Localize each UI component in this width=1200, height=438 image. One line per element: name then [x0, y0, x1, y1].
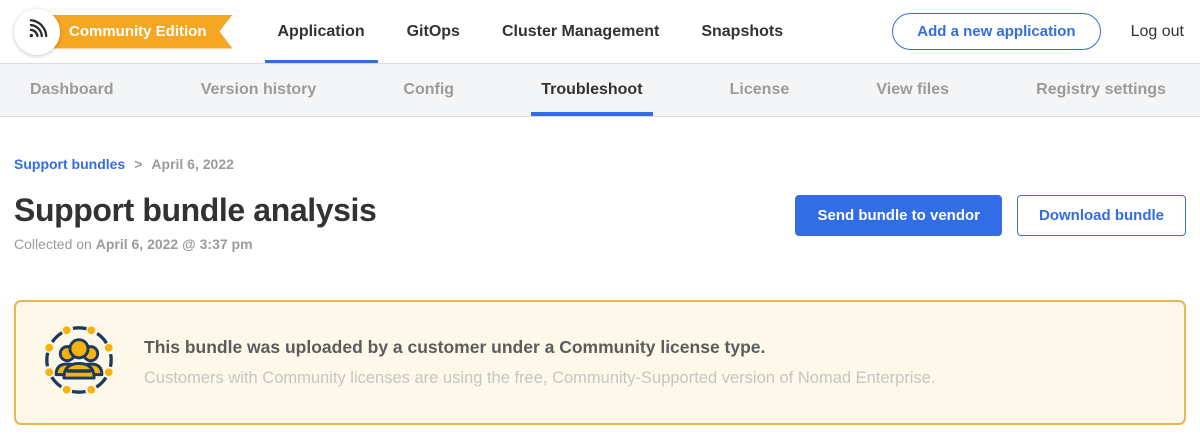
sub-nav-tab[interactable]: Troubleshoot — [541, 64, 642, 116]
top-nav-tab[interactable]: Snapshots — [680, 0, 804, 63]
sub-nav-tab[interactable]: Version history — [201, 64, 317, 116]
header-buttons: Send bundle to vendor Download bundle — [795, 195, 1186, 236]
top-nav-tab[interactable]: Application — [257, 0, 386, 63]
sub-nav-tab[interactable]: View files — [876, 64, 949, 116]
breadcrumb: Support bundles > April 6, 2022 — [14, 156, 1186, 172]
notice-body: Customers with Community licenses are us… — [144, 369, 935, 388]
top-nav-right: Add a new application Log out — [892, 13, 1184, 50]
add-new-application-button[interactable]: Add a new application — [892, 13, 1100, 50]
send-bundle-to-vendor-button[interactable]: Send bundle to vendor — [795, 195, 1002, 236]
main-content: Support bundles > April 6, 2022 Support … — [0, 156, 1200, 425]
sub-nav-tab[interactable]: License — [730, 64, 790, 116]
page-title: Support bundle analysis — [14, 192, 376, 229]
page-title-block: Support bundle analysis Collected on Apr… — [14, 192, 376, 252]
collected-timestamp: Collected on April 6, 2022 @ 3:37 pm — [14, 236, 376, 252]
top-nav-bar: Community Edition Application GitOps Clu… — [0, 0, 1200, 63]
sub-nav-tab[interactable]: Registry settings — [1036, 64, 1166, 116]
community-license-notice: This bundle was uploaded by a customer u… — [14, 300, 1186, 425]
top-nav-tab[interactable]: GitOps — [386, 0, 481, 63]
replicated-logo-icon — [23, 15, 51, 48]
breadcrumb-current: April 6, 2022 — [151, 156, 234, 172]
logout-link[interactable]: Log out — [1131, 23, 1184, 41]
brand: Community Edition — [14, 9, 233, 55]
collected-date: April 6, 2022 @ 3:37 pm — [96, 236, 253, 252]
notice-text-block: This bundle was uploaded by a customer u… — [144, 337, 935, 388]
sub-nav-tab[interactable]: Config — [403, 64, 454, 116]
breadcrumb-separator: > — [134, 156, 142, 172]
community-edition-badge: Community Edition — [37, 15, 233, 49]
top-nav-tab[interactable]: Cluster Management — [481, 0, 680, 63]
sub-nav-tab[interactable]: Dashboard — [30, 64, 114, 116]
breadcrumb-support-bundles-link[interactable]: Support bundles — [14, 156, 125, 172]
download-bundle-button[interactable]: Download bundle — [1017, 195, 1186, 236]
top-nav-tabs: Application GitOps Cluster Management Sn… — [257, 0, 805, 63]
app-sub-nav: Dashboard Version history Config Trouble… — [0, 63, 1200, 117]
collected-prefix: Collected on — [14, 236, 92, 252]
notice-title: This bundle was uploaded by a customer u… — [144, 337, 935, 358]
app-logo[interactable] — [14, 9, 60, 55]
page-header-row: Support bundle analysis Collected on Apr… — [14, 192, 1186, 252]
community-people-icon — [40, 321, 118, 404]
